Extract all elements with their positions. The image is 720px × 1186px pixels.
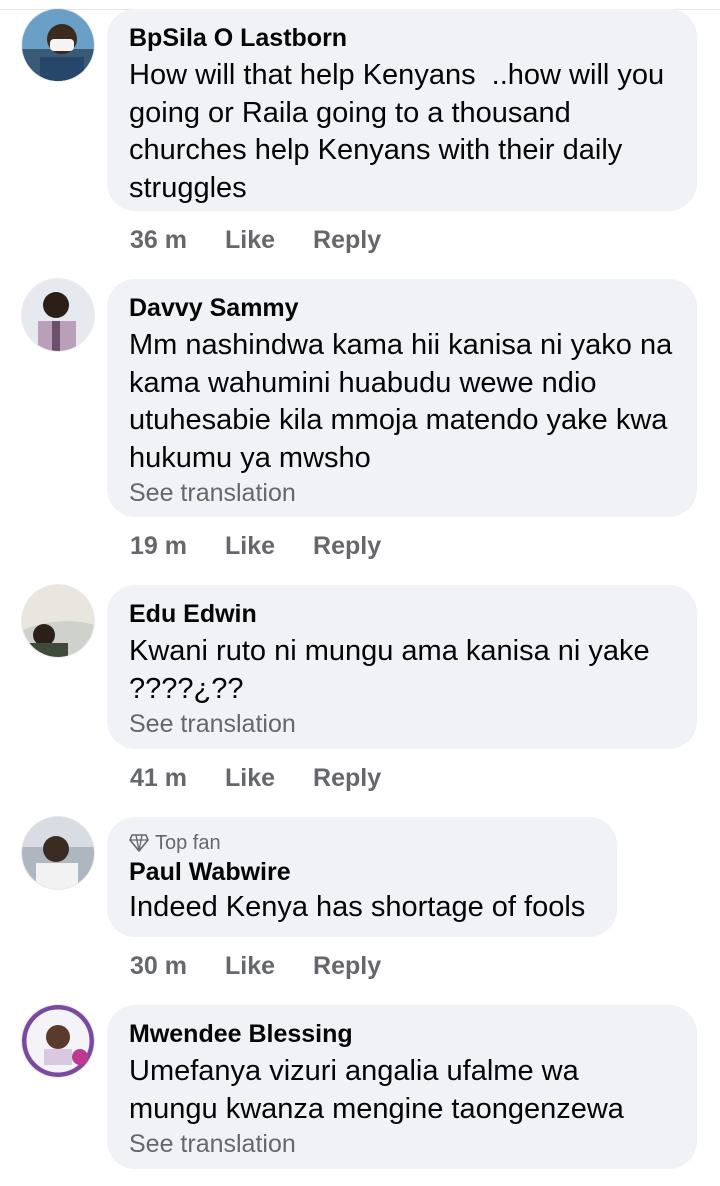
- reply-button[interactable]: Reply: [313, 226, 381, 255]
- comment-author[interactable]: BpSila O Lastborn: [129, 23, 675, 53]
- avatar[interactable]: [22, 817, 94, 889]
- comment-bubble[interactable]: Top fan Paul Wabwire Indeed Kenya has sh…: [107, 817, 617, 937]
- comment-actions: 30 m Like Reply: [130, 952, 381, 981]
- comment-text: How will that help Kenyans ..how will yo…: [129, 59, 673, 204]
- comment-author[interactable]: Paul Wabwire: [129, 857, 595, 887]
- comment-text: Umefanya vizuri angalia ufalme wa mungu …: [129, 1055, 624, 1125]
- see-translation-link[interactable]: See translation: [129, 1128, 675, 1160]
- avatar[interactable]: [22, 279, 94, 351]
- avatar-photo: [22, 279, 94, 351]
- avatar[interactable]: [22, 9, 94, 81]
- see-translation-link[interactable]: See translation: [129, 477, 675, 509]
- like-button[interactable]: Like: [225, 226, 275, 255]
- comment-text: Kwani ruto ni mungu ama kanisa ni yake ?…: [129, 635, 658, 705]
- avatar[interactable]: [22, 1005, 94, 1077]
- comment-time[interactable]: 19 m: [130, 532, 187, 561]
- comment-bubble[interactable]: BpSila O Lastborn How will that help Ken…: [107, 9, 697, 211]
- top-fan-badge: Top fan: [129, 831, 595, 855]
- comment-author[interactable]: Davvy Sammy: [129, 293, 675, 323]
- comment-bubble[interactable]: Edu Edwin Kwani ruto ni mungu ama kanisa…: [107, 585, 697, 749]
- comment-author[interactable]: Edu Edwin: [129, 599, 675, 629]
- comment-time[interactable]: 41 m: [130, 764, 187, 793]
- comment-time[interactable]: 30 m: [130, 952, 187, 981]
- reply-button[interactable]: Reply: [313, 952, 381, 981]
- avatar-photo: [22, 1005, 94, 1077]
- comment-text: Indeed Kenya has shortage of fools: [129, 891, 586, 923]
- see-translation-link[interactable]: See translation: [129, 708, 675, 740]
- comment-text: Mm nashindwa kama hii kanisa ni yako na …: [129, 329, 681, 474]
- comment-author[interactable]: Mwendee Blessing: [129, 1019, 675, 1049]
- comment-actions: 36 m Like Reply: [130, 226, 381, 255]
- comment-actions: 41 m Like Reply: [130, 764, 381, 793]
- comment-actions: 19 m Like Reply: [130, 532, 381, 561]
- comment-bubble[interactable]: Davvy Sammy Mm nashindwa kama hii kanisa…: [107, 279, 697, 517]
- like-button[interactable]: Like: [225, 764, 275, 793]
- avatar[interactable]: [22, 585, 94, 657]
- avatar-photo: [22, 585, 94, 657]
- reply-button[interactable]: Reply: [313, 764, 381, 793]
- diamond-icon: [129, 834, 149, 852]
- avatar-photo: [22, 9, 94, 81]
- like-button[interactable]: Like: [225, 532, 275, 561]
- avatar-photo: [22, 817, 94, 889]
- top-fan-label: Top fan: [155, 832, 221, 854]
- comment-time[interactable]: 36 m: [130, 226, 187, 255]
- like-button[interactable]: Like: [225, 952, 275, 981]
- reply-button[interactable]: Reply: [313, 532, 381, 561]
- comment-bubble[interactable]: Mwendee Blessing Umefanya vizuri angalia…: [107, 1005, 697, 1169]
